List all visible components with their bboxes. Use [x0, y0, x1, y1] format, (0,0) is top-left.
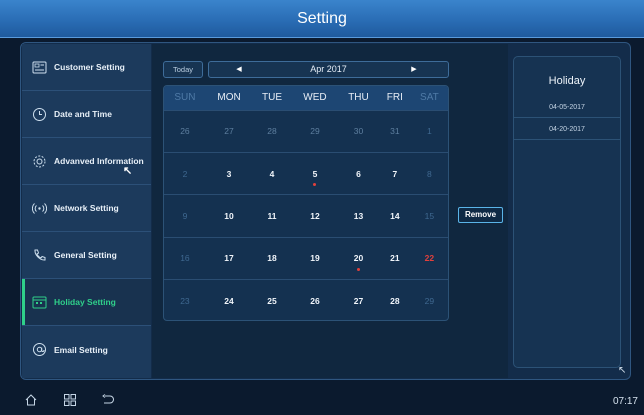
- sidebar-item-customer-setting[interactable]: Customer Setting: [22, 44, 151, 91]
- weekday-header-row: SUN MON TUE WED THU FRI SAT: [164, 86, 448, 110]
- calendar-day[interactable]: 12: [291, 194, 339, 238]
- calendar-day[interactable]: 26: [164, 109, 206, 153]
- sidebar-item-date-and-time[interactable]: Date and Time: [22, 91, 151, 138]
- sidebar-item-label: General Setting: [54, 250, 117, 260]
- calendar-week-row: 9 10 11 12 13 14 15: [164, 194, 448, 238]
- calendar-day[interactable]: 4: [252, 151, 292, 195]
- calendar-day[interactable]: 19: [291, 236, 339, 280]
- holiday-list-item[interactable]: 04-05-2017: [514, 97, 620, 118]
- calendar-day[interactable]: 28: [252, 109, 292, 153]
- calendar-day[interactable]: 24: [205, 279, 253, 320]
- sidebar: Customer Setting Date and Time Advanved …: [22, 44, 151, 378]
- calendar-day[interactable]: 17: [205, 236, 253, 280]
- holiday-list-panel: Holiday 04-05-2017 04-20-2017: [513, 56, 621, 368]
- calendar-day[interactable]: 16: [164, 236, 206, 280]
- month-label: Apr 2017: [310, 64, 347, 74]
- holiday-dot: [313, 183, 317, 187]
- holiday-list-item[interactable]: 04-20-2017: [514, 119, 620, 140]
- calendar-day[interactable]: 14: [378, 194, 411, 238]
- phone-icon: [32, 248, 47, 263]
- sidebar-item-general-setting[interactable]: General Setting: [22, 232, 151, 279]
- calendar-day[interactable]: 27: [338, 279, 379, 320]
- calendar-grid: SUN MON TUE WED THU FRI SAT 26 27 28 29 …: [163, 85, 449, 321]
- calendar-day[interactable]: 10: [205, 194, 253, 238]
- calendar-day-holiday[interactable]: 5: [291, 151, 339, 195]
- weekday-mon: MON: [205, 86, 253, 110]
- calendar-day[interactable]: 31: [378, 109, 411, 153]
- holiday-dot: [356, 268, 360, 272]
- month-selector: ◀ Apr 2017 ▶: [208, 61, 449, 78]
- calendar-week-row: 23 24 25 26 27 28 29: [164, 279, 448, 320]
- calendar-day[interactable]: 21: [378, 236, 411, 280]
- calendar-day[interactable]: 15: [410, 194, 448, 238]
- calendar-day[interactable]: 29: [291, 109, 339, 153]
- calendar-day[interactable]: 28: [378, 279, 411, 320]
- remove-button[interactable]: Remove: [458, 207, 503, 223]
- calendar-day[interactable]: 11: [252, 194, 292, 238]
- triangle-left-icon[interactable]: ◀: [231, 62, 247, 77]
- sidebar-item-label: Holiday Setting: [54, 297, 116, 307]
- sidebar-item-label: Network Setting: [54, 203, 119, 213]
- calendar-day[interactable]: 25: [252, 279, 292, 320]
- mouse-cursor-icon: ↖: [123, 165, 133, 177]
- calendar-day[interactable]: 6: [338, 151, 379, 195]
- calendar-day-number: 20: [353, 253, 364, 264]
- page-title: Setting: [297, 10, 347, 27]
- weekday-thu: THU: [338, 86, 379, 110]
- clock-time: 07:17: [612, 396, 638, 407]
- calendar-day-number: 5: [312, 168, 318, 179]
- back-icon[interactable]: [101, 393, 115, 407]
- clock-icon: [32, 107, 47, 122]
- calendar-day[interactable]: 30: [338, 109, 379, 153]
- calendar-day-holiday[interactable]: 20: [338, 236, 379, 280]
- sidebar-item-label: Date and Time: [54, 109, 112, 119]
- calendar-day[interactable]: 2: [164, 151, 206, 195]
- weekday-fri: FRI: [378, 86, 411, 110]
- calendar-day[interactable]: 29: [410, 279, 448, 320]
- weekday-tue: TUE: [252, 86, 292, 110]
- sidebar-item-advanved-information[interactable]: Advanved Information ↖: [22, 138, 151, 185]
- calendar-week-row: 16 17 18 19 20 21 22: [164, 236, 448, 280]
- calendar-day[interactable]: 23: [164, 279, 206, 320]
- calendar-week-row: 26 27 28 29 30 31 1: [164, 109, 448, 153]
- calendar-day[interactable]: 18: [252, 236, 292, 280]
- calendar-day[interactable]: 13: [338, 194, 379, 238]
- gear-icon: [32, 154, 47, 169]
- title-bar: Setting: [0, 0, 644, 38]
- mouse-cursor-icon: ↖: [618, 365, 627, 376]
- triangle-right-icon[interactable]: ▶: [406, 62, 422, 77]
- weekday-wed: WED: [291, 86, 339, 110]
- calendar-day[interactable]: 26: [291, 279, 339, 320]
- sidebar-item-network-setting[interactable]: Network Setting: [22, 185, 151, 232]
- calendar-day[interactable]: 8: [410, 151, 448, 195]
- calendar-week-row: 2 3 4 5 6 7 8: [164, 151, 448, 195]
- bottom-nav-bar: 07:17: [0, 381, 644, 415]
- customer-card-icon: [32, 60, 47, 75]
- email-at-icon: [32, 342, 47, 357]
- wireless-icon: [32, 201, 47, 216]
- home-icon[interactable]: [24, 393, 38, 407]
- sidebar-item-holiday-setting[interactable]: Holiday Setting: [22, 279, 151, 326]
- calendar-day[interactable]: 1: [410, 109, 448, 153]
- weekday-sun: SUN: [164, 86, 206, 110]
- today-button[interactable]: Today: [163, 61, 203, 78]
- calendar-icon: [32, 295, 47, 310]
- grid-icon[interactable]: [63, 393, 77, 407]
- calendar-day[interactable]: 7: [378, 151, 411, 195]
- calendar-header: Today ◀ Apr 2017 ▶: [163, 61, 449, 79]
- calendar-day[interactable]: 3: [205, 151, 253, 195]
- sidebar-item-label: Email Setting: [54, 344, 108, 355]
- calendar-day[interactable]: 9: [164, 194, 206, 238]
- holiday-list-title: Holiday: [548, 75, 586, 87]
- sidebar-item-label: Customer Setting: [54, 62, 125, 72]
- calendar-day[interactable]: 27: [205, 109, 253, 153]
- weekday-sat: SAT: [410, 86, 448, 110]
- sidebar-item-email-setting[interactable]: Email Setting: [22, 326, 151, 373]
- calendar-day-selected[interactable]: 22: [410, 236, 448, 280]
